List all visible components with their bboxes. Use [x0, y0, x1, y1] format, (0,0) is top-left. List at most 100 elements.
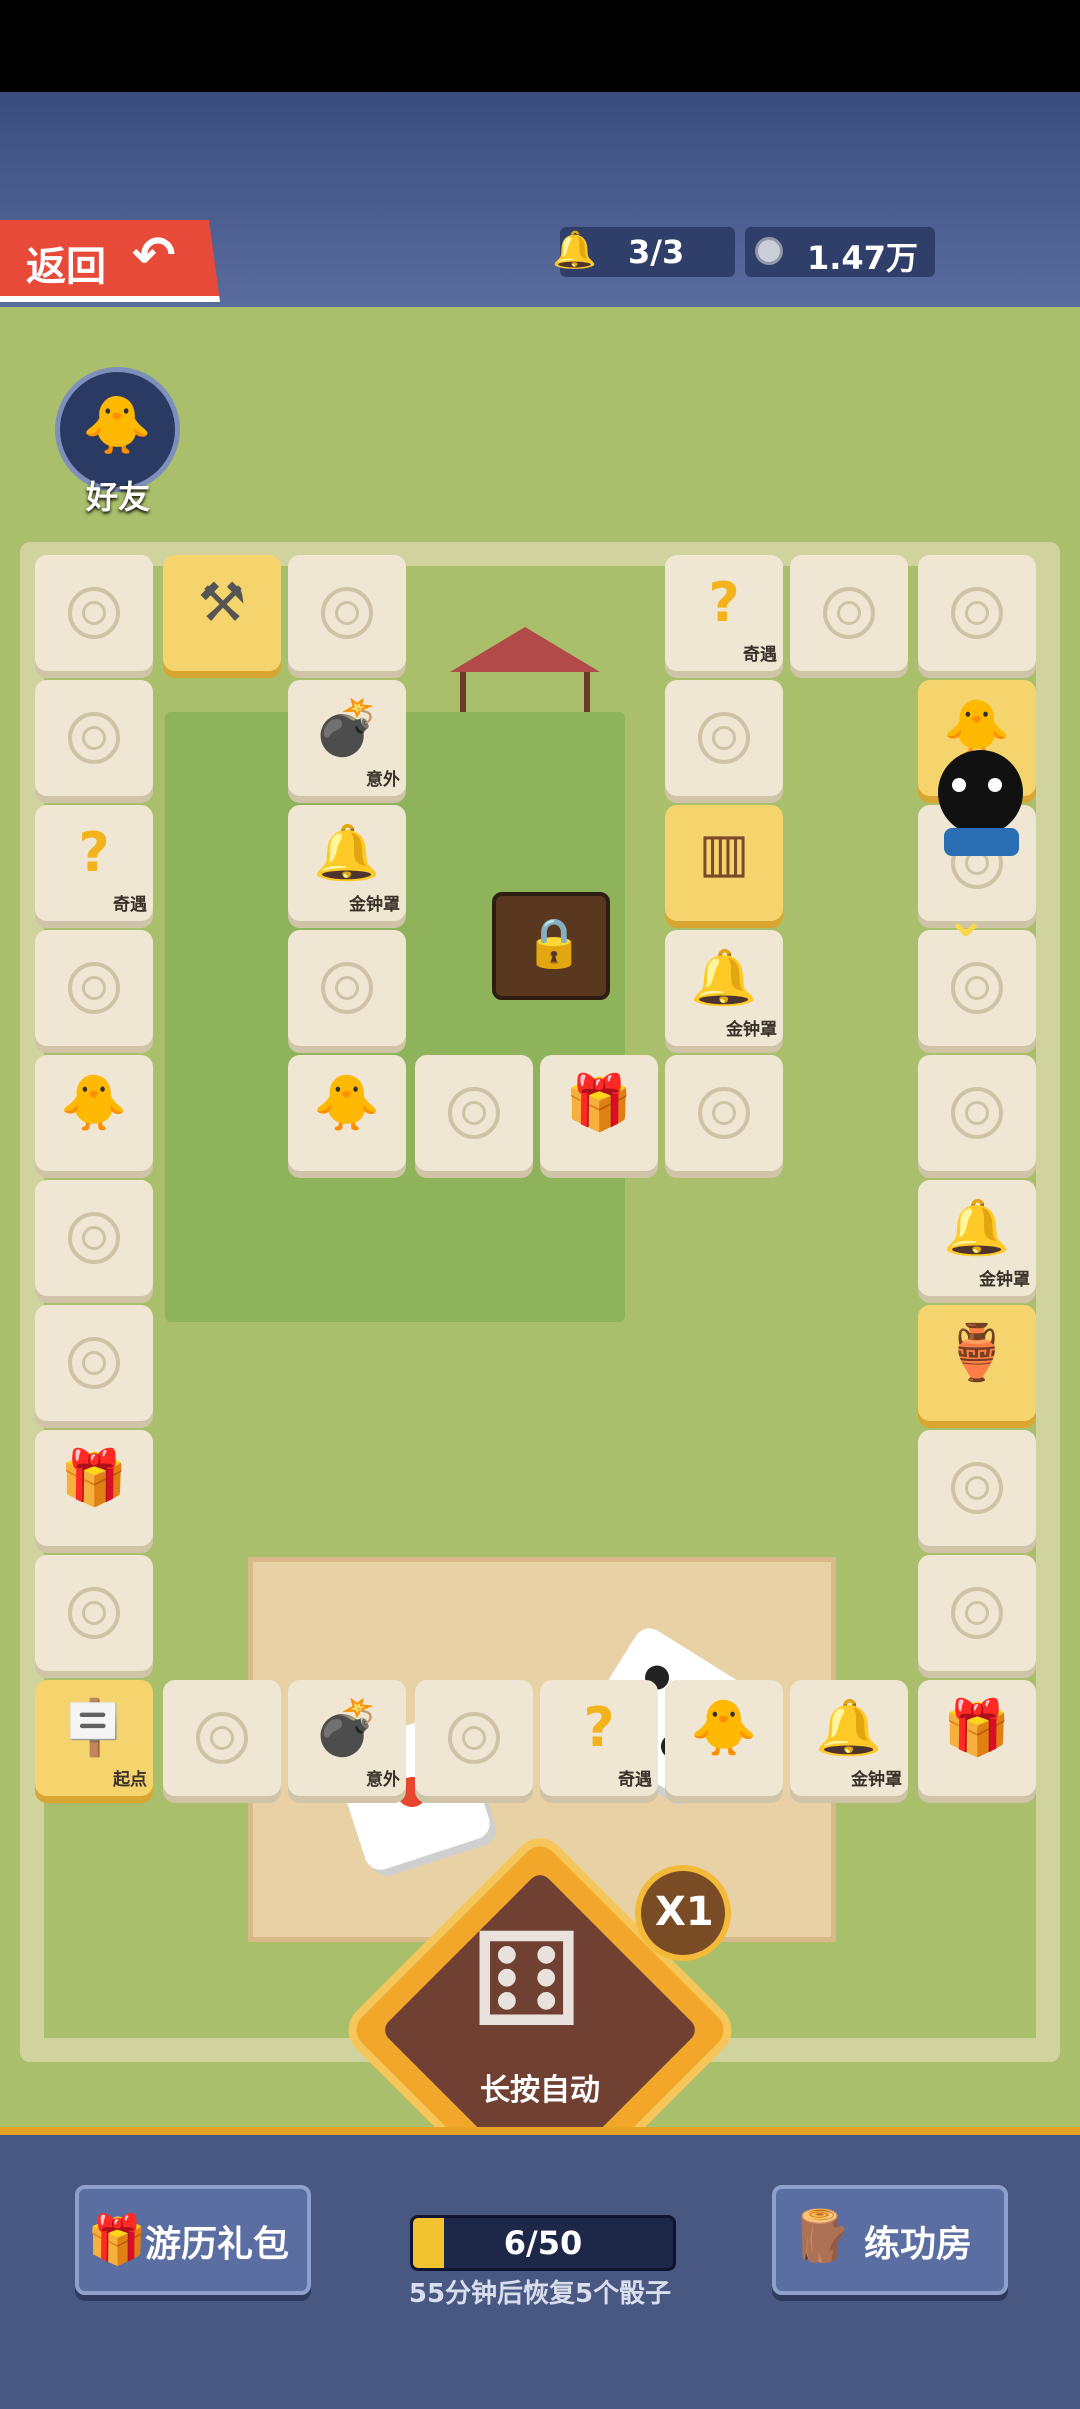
coin-icon	[951, 962, 1003, 1014]
bottom-panel: 🎁 游历礼包 🪵 练功房 6/50 55分钟后恢复5个骰子	[0, 2127, 1080, 2409]
board-tile: ? 奇遇	[35, 805, 153, 921]
duck-pair-icon: 🐥	[690, 1696, 758, 1759]
friend-label: 好友	[86, 478, 151, 516]
travel-gift-label: 游历礼包	[145, 2224, 290, 2265]
coin-amount: 1.47万	[807, 239, 918, 277]
board-tile	[665, 1055, 783, 1171]
tile-label: 金钟罩	[726, 1020, 777, 1040]
board-tile: 🎁	[918, 1680, 1036, 1796]
coin-icon	[755, 237, 783, 265]
board-tile	[790, 555, 908, 671]
board-tile: 🎁	[540, 1055, 658, 1171]
duck-pair-icon: 🐥	[313, 1071, 381, 1134]
roll-label: 长按自动	[480, 2073, 600, 2108]
board-tile	[288, 930, 406, 1046]
player-character	[930, 740, 1030, 870]
board-tile: 💣 意外	[288, 680, 406, 796]
tile-label: 金钟罩	[979, 1270, 1030, 1290]
friend-avatar[interactable]: 🐥 好友	[55, 367, 180, 516]
dice-icon: ⚅	[470, 1904, 583, 2056]
tile-label: 金钟罩	[349, 895, 400, 915]
golden-bell-icon: 🔔	[815, 1696, 883, 1759]
coin-icon	[823, 587, 875, 639]
cage-icon: ▥	[698, 821, 750, 884]
question-mark-icon: ?	[78, 821, 110, 884]
training-room-label: 练功房	[864, 2224, 973, 2265]
coin-icon	[951, 587, 1003, 639]
board-tile: 🎁	[35, 1430, 153, 1546]
coin-icon	[448, 1087, 500, 1139]
board-tile	[415, 1680, 533, 1796]
board-tile: 🔔 金钟罩	[665, 930, 783, 1046]
coin-icon	[951, 1587, 1003, 1639]
tile-label: 金钟罩	[851, 1770, 902, 1790]
golden-bell-icon: 🔔	[313, 821, 381, 884]
jars-icon: 🏺	[943, 1321, 1011, 1384]
coin-icon	[951, 1462, 1003, 1514]
golden-bell-icon: 🔔	[690, 946, 758, 1009]
tent-decoration	[450, 627, 600, 712]
board-tile: 🐥	[665, 1680, 783, 1796]
red-chest-icon: 🎁	[60, 1446, 128, 1509]
friends-icon: 🐥	[82, 393, 152, 458]
header-bar: 返回 ↶ 🔔 3/3 1.47万	[0, 92, 1080, 307]
board-tile: 🏺	[918, 1305, 1036, 1421]
board-tile	[35, 555, 153, 671]
board-tile	[163, 1680, 281, 1796]
question-mark-icon: ?	[583, 1696, 615, 1759]
board-tile: ? 奇遇	[540, 1680, 658, 1796]
signpost-icon: 🪧	[60, 1696, 128, 1759]
coin-icon	[448, 1712, 500, 1764]
board-tile: ▥	[665, 805, 783, 921]
board-tile: 🔔 金钟罩	[918, 1180, 1036, 1296]
bell-icon: 🔔	[552, 230, 597, 271]
coin-icon	[196, 1712, 248, 1764]
board-tile: 🪧 起点	[35, 1680, 153, 1796]
undo-arrow-icon: ↶	[132, 226, 176, 286]
locked-chest[interactable]: 🔒	[492, 892, 610, 1000]
back-label: 返回	[26, 244, 106, 290]
wooden-dummy-icon: 🪵	[790, 2207, 853, 2265]
coin-icon	[951, 1087, 1003, 1139]
board-tile	[35, 930, 153, 1046]
board-tile	[288, 555, 406, 671]
bomb-icon: 💣	[313, 1696, 381, 1759]
coin-icon	[698, 1087, 750, 1139]
tile-label: 奇遇	[618, 1770, 652, 1790]
board-tile	[35, 1305, 153, 1421]
board-tile: 🐥	[35, 1055, 153, 1171]
board-tile	[918, 1055, 1036, 1171]
red-chest-icon: 🎁	[565, 1071, 633, 1134]
golden-bell-icon: 🔔	[943, 1196, 1011, 1259]
tile-label: 意外	[366, 770, 400, 790]
board-tile	[918, 1555, 1036, 1671]
tile-label: 意外	[366, 1770, 400, 1790]
board-tile: ? 奇遇	[665, 555, 783, 671]
bell-count: 3/3	[628, 233, 685, 271]
tile-label: 奇遇	[743, 645, 777, 665]
multiplier-label: X1	[655, 1889, 714, 1935]
tile-label: 奇遇	[113, 895, 147, 915]
board-tile	[35, 1180, 153, 1296]
board-tile: 🐥	[288, 1055, 406, 1171]
status-bar	[0, 0, 1080, 92]
bell-counter: 🔔 3/3	[552, 227, 735, 277]
question-mark-icon: ?	[708, 571, 740, 634]
coin-icon	[68, 587, 120, 639]
coin-icon	[68, 1212, 120, 1264]
red-chest-icon: 🎁	[943, 1696, 1011, 1759]
board-tile	[415, 1055, 533, 1171]
multiplier-badge[interactable]: X1	[635, 1865, 731, 1961]
board-tile: 🔔 金钟罩	[790, 1680, 908, 1796]
board-tile	[665, 680, 783, 796]
board-tile: 🔔 金钟罩	[288, 805, 406, 921]
dice-energy-value: 6/50	[503, 2224, 583, 2262]
gift-icon: 🎁	[87, 2212, 147, 2268]
back-button[interactable]: 返回 ↶	[0, 220, 220, 302]
coin-icon	[68, 712, 120, 764]
dice-energy-bar: 6/50	[410, 2215, 676, 2271]
travel-gift-button[interactable]: 🎁 游历礼包	[75, 2185, 311, 2295]
board-tile: ⚒	[163, 555, 281, 671]
training-room-button[interactable]: 🪵 练功房	[772, 2185, 1008, 2295]
bomb-icon: 💣	[313, 696, 381, 759]
